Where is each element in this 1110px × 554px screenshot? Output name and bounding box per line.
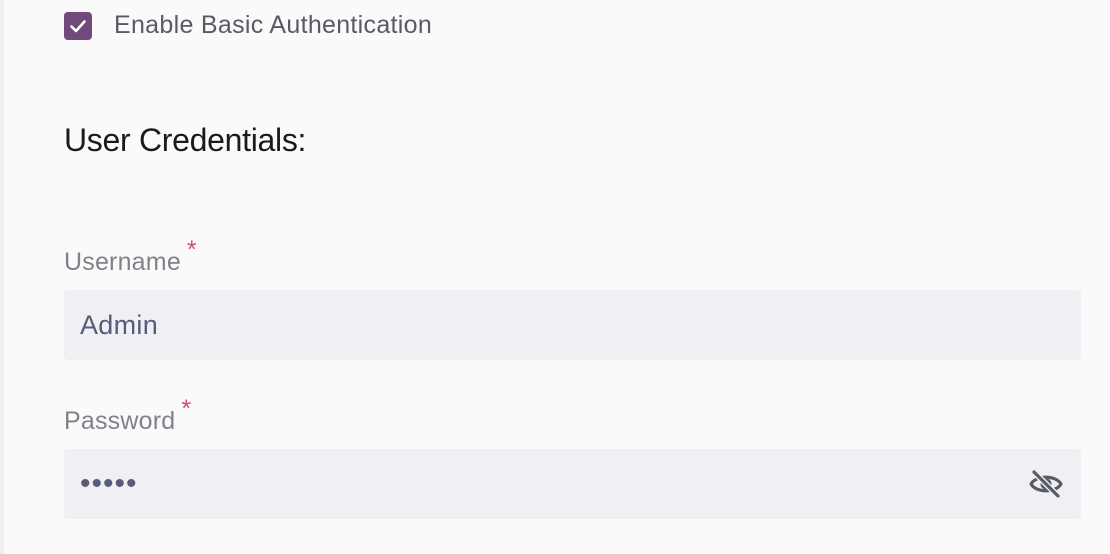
checkmark-icon	[70, 19, 86, 32]
username-input-value[interactable]: Admin	[80, 310, 158, 341]
username-label: Username *	[64, 236, 197, 277]
enable-basic-auth-label[interactable]: Enable Basic Authentication	[114, 11, 432, 40]
required-asterisk: *	[186, 236, 197, 264]
user-credentials-title: User Credentials:	[64, 122, 307, 158]
enable-basic-auth-option[interactable]: Enable Basic Authentication	[64, 11, 432, 40]
eye-off-icon	[1029, 469, 1063, 499]
username-label-text: Username	[64, 248, 181, 276]
page-left-edge	[0, 0, 4, 554]
enable-basic-auth-checkbox[interactable]	[64, 11, 92, 40]
password-label: Password *	[64, 395, 191, 436]
password-input[interactable]: •••••	[64, 449, 1081, 519]
username-input[interactable]: Admin	[64, 290, 1081, 360]
password-label-text: Password	[64, 407, 176, 435]
required-asterisk: *	[181, 395, 192, 423]
password-visibility-toggle[interactable]	[1027, 466, 1065, 502]
password-input-value[interactable]: •••••	[80, 467, 138, 501]
